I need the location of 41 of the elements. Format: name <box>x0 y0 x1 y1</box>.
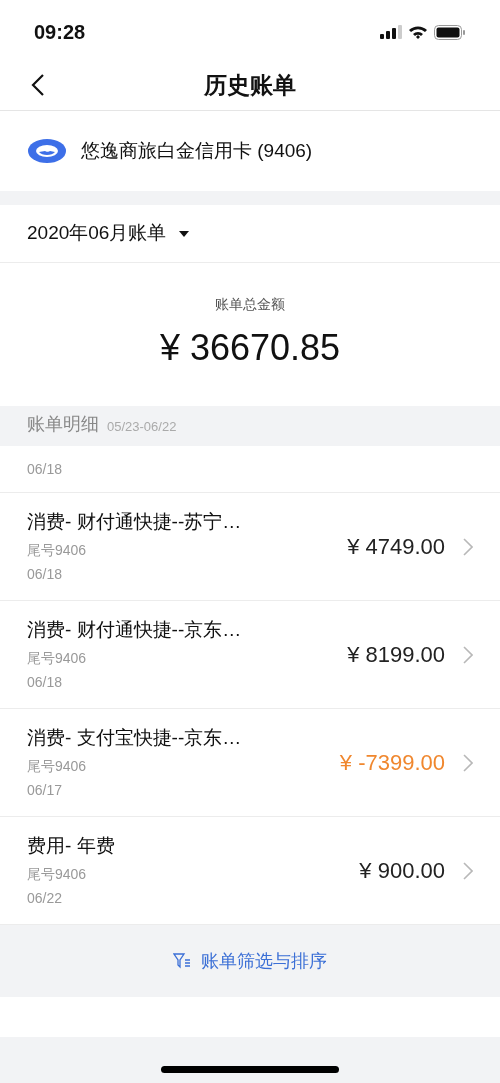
transaction-title: 费用- 年费 <box>27 834 116 859</box>
transaction-date: 06/18 <box>27 459 63 479</box>
filter-icon <box>173 953 191 969</box>
signal-icon <box>380 25 402 39</box>
transaction-title: 消费- 财付通快捷--京东… <box>27 618 243 643</box>
total-amount: ¥ 36670.85 <box>159 326 341 370</box>
transaction-date: 06/18 <box>27 564 64 584</box>
transaction-date: 06/17 <box>27 780 64 800</box>
details-title: 账单明细 <box>27 413 99 436</box>
transaction-amount: ¥ 4749.00 <box>347 533 445 561</box>
chevron-right-icon <box>463 753 473 772</box>
details-period: 05/23-06/22 <box>107 417 177 436</box>
chevron-right-icon <box>463 537 473 556</box>
transaction-date: 06/18 <box>27 672 64 692</box>
dropdown-caret-icon <box>178 229 191 238</box>
transaction-row[interactable]: 消费- 财付通快捷--京东… 尾号9406 06/18 ¥ 8199.00 <box>0 601 500 709</box>
card-number: 尾号9406 <box>27 864 88 884</box>
card-name: 悠逸商旅白金信用卡 (9406) <box>81 138 313 163</box>
total-label: 账单总金额 <box>215 295 285 314</box>
chevron-right-icon <box>463 861 473 880</box>
transaction-amount: ¥ -7399.00 <box>339 749 445 777</box>
transaction-amount: ¥ 8199.00 <box>347 641 445 669</box>
filter-sort-button[interactable]: 账单筛选与排序 <box>173 947 327 975</box>
transaction-amount: ¥ 900.00 <box>359 857 445 885</box>
transaction-row[interactable]: 消费- 财付通快捷--苏宁… 尾号9406 06/18 ¥ 4749.00 <box>0 493 500 601</box>
back-icon <box>31 73 45 97</box>
battery-icon <box>434 24 466 40</box>
transaction-row[interactable]: 费用- 年费 尾号9406 06/22 ¥ 900.00 <box>0 817 500 925</box>
transaction-row[interactable]: 消费- 支付宝快捷--京东… 尾号9406 06/17 ¥ -7399.00 <box>0 709 500 817</box>
chevron-right-icon <box>463 645 473 664</box>
card-number: 尾号9406 <box>27 756 88 776</box>
card-number: 尾号9406 <box>27 540 88 560</box>
bank-logo-icon <box>27 138 67 164</box>
status-time: 09:28 <box>34 20 86 45</box>
wifi-icon <box>408 25 428 39</box>
transaction-title: 消费- 财付通快捷--苏宁… <box>27 510 243 535</box>
card-number: 尾号9406 <box>27 648 88 668</box>
month-selector[interactable]: 2020年06月账单 <box>0 205 500 263</box>
transaction-date: 06/22 <box>27 888 64 908</box>
transaction-title: 消费- 支付宝快捷--京东… <box>27 726 243 751</box>
page-title: 历史账单 <box>204 70 296 100</box>
